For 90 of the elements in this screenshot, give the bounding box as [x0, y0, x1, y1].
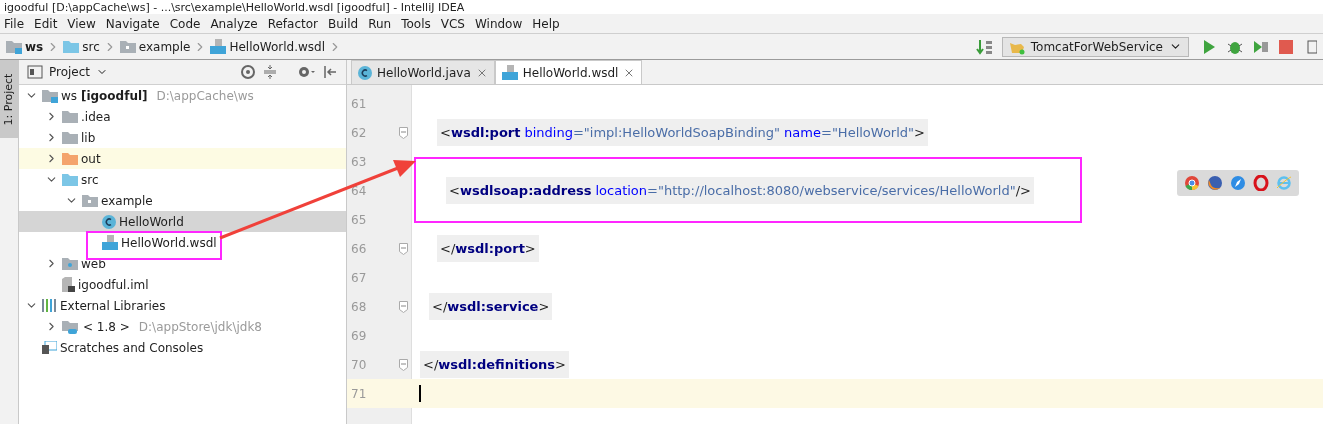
code-text: <wsdl:port binding="impl:HelloWorldSoapBinding" name="HelloWorld">: [437, 119, 928, 146]
code-text: </wsdl:service>: [429, 293, 553, 320]
window-icon: [27, 64, 43, 80]
tree-item[interactable]: src: [19, 169, 346, 190]
line-number: 65: [350, 212, 368, 227]
menu-item[interactable]: File: [0, 16, 31, 31]
line-number: 70: [350, 357, 368, 372]
folder-icon: [62, 173, 78, 186]
project-tab[interactable]: 1: Project: [0, 60, 18, 138]
menu-item[interactable]: Tools: [397, 16, 437, 31]
hide-icon[interactable]: [322, 64, 338, 80]
library-icon: [42, 299, 57, 312]
line-number: 69: [350, 328, 368, 343]
file-icon: [62, 277, 75, 292]
line-number: 62: [350, 125, 368, 140]
code-text: </wsdl:port>: [437, 235, 539, 262]
browser-icon[interactable]: [1207, 175, 1224, 191]
menu-item[interactable]: Build: [324, 16, 365, 31]
line-number: 61: [350, 96, 368, 111]
fold-icon[interactable]: [398, 126, 408, 139]
code-text: <wsdlsoap:address location="http://localhost:8080/webservice/services/HelloWorld"/>: [446, 177, 1034, 204]
window-title: igoodful [D:\appCache\ws] - ...\src\example\HelloWorld.wsdl [igoodful] - IntelliJ IDEA: [0, 0, 1323, 14]
line-number: 71: [350, 386, 368, 401]
folder-icon: [62, 110, 78, 123]
menu-item[interactable]: Refactor: [263, 16, 325, 31]
tree-item[interactable]: Scratches and Consoles: [19, 337, 346, 358]
file-icon: [102, 235, 118, 250]
file-icon: [210, 39, 227, 54]
menu-item[interactable]: View: [63, 16, 102, 31]
gear-icon[interactable]: [296, 64, 316, 80]
code-text: </wsdl:definitions>: [420, 351, 569, 378]
menu-item[interactable]: Window: [470, 16, 529, 31]
menu-item[interactable]: Analyze: [206, 16, 264, 31]
folder-icon: [62, 257, 78, 270]
tree-item[interactable]: out: [19, 148, 346, 169]
folder-icon: [62, 131, 78, 144]
tree-item[interactable]: .idea: [19, 106, 346, 127]
folder-icon: [6, 39, 22, 54]
tree-item[interactable]: igoodful.iml: [19, 274, 346, 295]
panel-title[interactable]: Project: [49, 65, 91, 79]
menu-item[interactable]: Code: [165, 16, 207, 31]
breadcrumb[interactable]: example: [138, 39, 191, 54]
class-icon: [358, 65, 372, 80]
menu-item[interactable]: Help: [528, 16, 566, 31]
tree-item[interactable]: ws [igoodful] D:\appCache\ws: [19, 85, 346, 106]
editor-tab[interactable]: HelloWorld.wsdl: [494, 60, 643, 84]
breadcrumb[interactable]: ws: [25, 39, 44, 54]
tree-item[interactable]: example: [19, 190, 346, 211]
compass-icon[interactable]: [1230, 175, 1246, 191]
line-number: 63: [350, 154, 368, 169]
editor-tab[interactable]: HelloWorld.java: [351, 60, 495, 84]
stop-icon[interactable]: [1279, 39, 1293, 54]
folder-icon: [42, 88, 58, 103]
run-configuration-dropdown[interactable]: TomcatForWebService: [1001, 36, 1189, 57]
collapse-icon[interactable]: [262, 64, 278, 80]
tree-item[interactable]: lib: [19, 127, 346, 148]
line-number: 68: [350, 299, 368, 314]
line-number: 64: [350, 183, 368, 198]
breadcrumb[interactable]: HelloWorld.wsdl: [229, 39, 326, 54]
line-number: 66: [350, 241, 368, 256]
folder-icon: [62, 152, 78, 165]
fold-icon[interactable]: [398, 300, 408, 313]
text-cursor: [419, 385, 421, 402]
breadcrumb[interactable]: src: [82, 39, 100, 54]
line-number: 67: [350, 270, 368, 285]
menu-item[interactable]: Edit: [30, 16, 64, 31]
fold-icon[interactable]: [398, 242, 408, 255]
browser-icon[interactable]: [1252, 175, 1269, 191]
class-icon: [102, 214, 116, 229]
scratches-icon: [42, 341, 57, 354]
coverage-icon[interactable]: [1253, 38, 1269, 55]
sort-icon[interactable]: [975, 38, 994, 55]
tree-item[interactable]: web: [19, 253, 346, 274]
folder-icon: [63, 40, 80, 53]
tree-item[interactable]: HelloWorld.wsdl: [19, 232, 346, 253]
fold-icon[interactable]: [398, 358, 408, 371]
tree-item[interactable]: < 1.8 > D:\appStore\jdk\jdk8: [19, 316, 346, 337]
menu-item[interactable]: Navigate: [101, 16, 166, 31]
browser-icon[interactable]: [1184, 175, 1201, 191]
package-icon: [82, 194, 98, 207]
package-icon: [119, 40, 136, 53]
menu-item[interactable]: Run: [364, 16, 398, 31]
window-icon[interactable]: [1307, 38, 1317, 55]
target-icon[interactable]: [240, 64, 256, 80]
tree-item[interactable]: HelloWorld: [19, 211, 346, 232]
menu-item[interactable]: VCS: [436, 16, 471, 31]
tree-item[interactable]: External Libraries: [19, 295, 346, 316]
file-icon: [501, 65, 518, 80]
folder-icon: [62, 319, 80, 334]
play-icon[interactable]: [1201, 38, 1217, 55]
